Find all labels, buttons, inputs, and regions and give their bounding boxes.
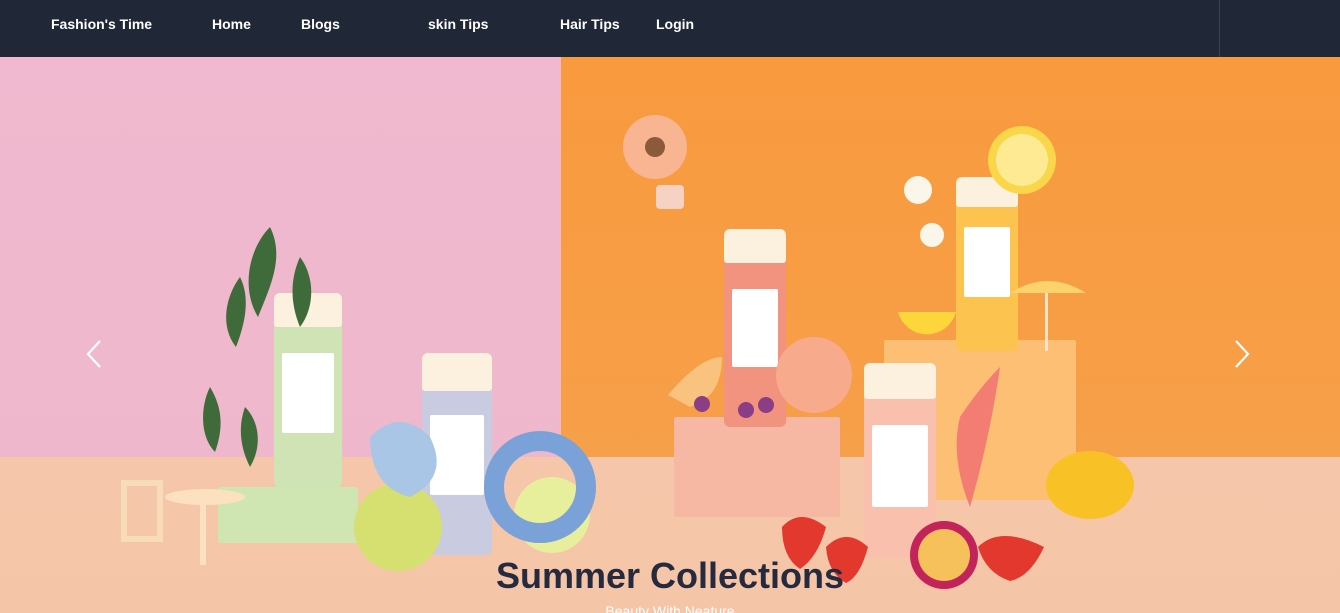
nav-link-blogs[interactable]: Blogs [301, 16, 340, 32]
nav-link-home[interactable]: Home [212, 16, 251, 32]
hero-title: Summer Collections [495, 555, 845, 596]
chevron-right-icon [1235, 340, 1250, 368]
nav-link-skin-tips[interactable]: skin Tips [428, 16, 488, 32]
top-navbar: Fashion's Time Home Blogs skin Tips Hair… [0, 0, 1340, 57]
paper-props [121, 115, 1134, 589]
nav-link-login[interactable]: Login [656, 16, 694, 32]
hero-subtitle: Beauty With Neature [605, 603, 735, 613]
brand-link[interactable]: Fashion's Time [51, 16, 152, 32]
carousel-next-button[interactable] [1230, 339, 1252, 368]
chevron-left-icon [86, 340, 101, 368]
hero-carousel: Summer Collections Beauty With Neature [0, 57, 1340, 613]
carousel-prev-button[interactable] [84, 339, 106, 368]
nav-link-hair-tips[interactable]: Hair Tips [560, 16, 620, 32]
navbar-divider [1219, 0, 1220, 57]
